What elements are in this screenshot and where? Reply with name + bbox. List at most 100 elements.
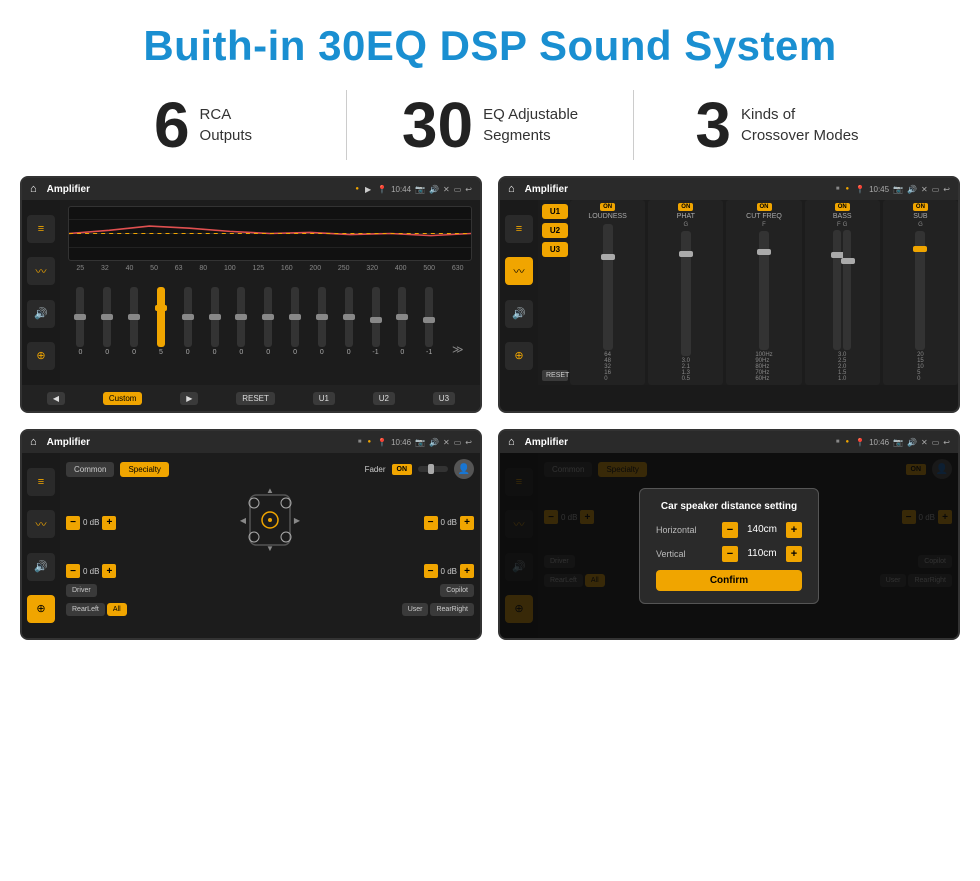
eq-slider-3[interactable]: 5 [157,287,165,356]
dot-icon-1: ● [355,186,359,192]
sidebar-btn-wave[interactable]: 〰 [27,257,55,285]
eq-slider-13[interactable]: -1 [425,287,433,356]
preset-col: U1 U2 U3 RESET [538,200,570,385]
btn-rearright[interactable]: RearRight [430,603,474,616]
sub-label: SUB [913,213,927,220]
home-icon-2: ⌂ [508,183,515,195]
vertical-control: − 110cm + [722,546,802,562]
horizontal-minus[interactable]: − [722,522,738,538]
db-plus-tl[interactable]: + [102,516,116,530]
on-loudness[interactable]: ON [600,203,615,211]
ch-sidebar-btn-eq[interactable]: ≡ [505,215,533,243]
on-sub[interactable]: ON [913,203,928,211]
dialog-row-horizontal: Horizontal − 140cm + [656,522,802,538]
btn-driver[interactable]: Driver [66,584,97,597]
eq-slider-8[interactable]: 0 [291,287,299,356]
fader-h-track-1[interactable] [418,466,448,472]
btn-user[interactable]: User [402,603,429,616]
eq-slider-5[interactable]: 0 [211,287,219,356]
vertical-minus[interactable]: − [722,546,738,562]
stat-eq: 30 EQ AdjustableSegments [347,93,633,157]
battery-icon-4: ▭ [932,438,940,447]
eq-bottom-bar: ◀ Custom ▶ RESET U1 U2 U3 [22,385,480,411]
cutfreq-slider[interactable] [759,231,769,350]
u1-btn[interactable]: U1 [313,392,335,405]
play-btn[interactable]: ▶ [180,392,198,405]
loudness-slider[interactable] [603,224,613,350]
btn-all[interactable]: All [107,603,127,616]
btn-rearleft[interactable]: RearLeft [66,603,105,616]
home-icon-3: ⌂ [30,436,37,448]
s3-sidebar-vol[interactable]: 🔊 [27,553,55,581]
tab-specialty[interactable]: Specialty [120,462,168,477]
status-icons-1: 📍 10:44 📷 🔊 ✕ ▭ ↩ [377,185,472,194]
db-minus-br[interactable]: − [424,564,438,578]
prev-btn[interactable]: ◀ [47,392,65,405]
vertical-label: Vertical [656,549,711,559]
on-phat[interactable]: ON [678,203,693,211]
ch-sidebar-btn-vol[interactable]: 🔊 [505,300,533,328]
stat-number-rca: 6 [154,93,190,157]
db-ctrl-topright: − 0 dB + [424,516,474,530]
eq-slider-10[interactable]: 0 [345,287,353,356]
db-plus-br[interactable]: + [460,564,474,578]
u3-btn[interactable]: U3 [433,392,455,405]
sidebar-btn-volume[interactable]: 🔊 [27,300,55,328]
db-minus-bl[interactable]: − [66,564,80,578]
db-val-bl: 0 dB [83,567,99,576]
db-plus-tr[interactable]: + [460,516,474,530]
sidebar-btn-balance[interactable]: ⊕ [27,342,55,370]
dot-icon-2: ■ [836,186,840,192]
eq-slider-0[interactable]: 0 [76,287,84,356]
eq-slider-4[interactable]: 0 [184,287,192,356]
reset-btn-2[interactable]: RESET [542,370,568,381]
preset-u2[interactable]: U2 [542,223,568,238]
u2-btn[interactable]: U2 [373,392,395,405]
vertical-plus[interactable]: + [786,546,802,562]
phat-slider[interactable] [681,231,691,356]
speaker-center: ▲ ▼ ◀ ▶ [225,485,315,560]
fader-on-toggle[interactable]: ON [392,464,413,475]
app-name-4: Amplifier [525,437,830,448]
tab-common[interactable]: Common [66,462,114,477]
stat-rca: 6 RCAOutputs [60,93,346,157]
db-plus-bl[interactable]: + [102,564,116,578]
bass-slider-g[interactable] [843,230,851,350]
status-icons-2: 📍 10:45 📷 🔊 ✕ ▭ ↩ [855,185,950,194]
preset-u3[interactable]: U3 [542,242,568,257]
eq-slider-6[interactable]: 0 [237,287,245,356]
s3-sidebar-bal[interactable]: ⊕ [27,595,55,623]
s3-sidebar-eq[interactable]: ≡ [27,468,55,496]
eq-slider-7[interactable]: 0 [264,287,272,356]
app-name-3: Amplifier [47,437,352,448]
eq-graph-svg [69,207,471,260]
eq-slider-12[interactable]: 0 [398,287,406,356]
db-minus-tl[interactable]: − [66,516,80,530]
preset-u1[interactable]: U1 [542,204,568,219]
ch-sidebar-btn-wave[interactable]: 〰 [505,257,533,285]
on-bass[interactable]: ON [835,203,850,211]
profile-icon[interactable]: 👤 [454,459,474,479]
btn-copilot[interactable]: Copilot [440,584,474,597]
back-icon-1: ↩ [465,185,472,194]
more-icon[interactable]: ≫ [452,343,464,356]
bottom-db-row: − 0 dB + − 0 dB + [66,564,474,578]
sub-slider[interactable] [915,231,925,350]
eq-slider-9[interactable]: 0 [318,287,326,356]
db-ctrl-br: − 0 dB + [424,564,474,578]
custom-btn[interactable]: Custom [103,392,143,405]
eq-slider-11[interactable]: -1 [372,287,380,356]
volume-icon-4: 🔊 [907,438,917,447]
reset-btn-1[interactable]: RESET [236,392,275,405]
eq-slider-1[interactable]: 0 [103,287,111,356]
db-minus-tr[interactable]: − [424,516,438,530]
confirm-button[interactable]: Confirm [656,570,802,591]
sidebar-btn-eq[interactable]: ≡ [27,215,55,243]
eq-slider-2[interactable]: 0 [130,287,138,356]
bass-slider-f[interactable] [833,230,841,350]
on-cutfreq[interactable]: ON [757,203,772,211]
horizontal-plus[interactable]: + [786,522,802,538]
ch-sidebar-btn-bal[interactable]: ⊕ [505,342,533,370]
back-icon-3: ↩ [465,438,472,447]
s3-sidebar-wave[interactable]: 〰 [27,510,55,538]
